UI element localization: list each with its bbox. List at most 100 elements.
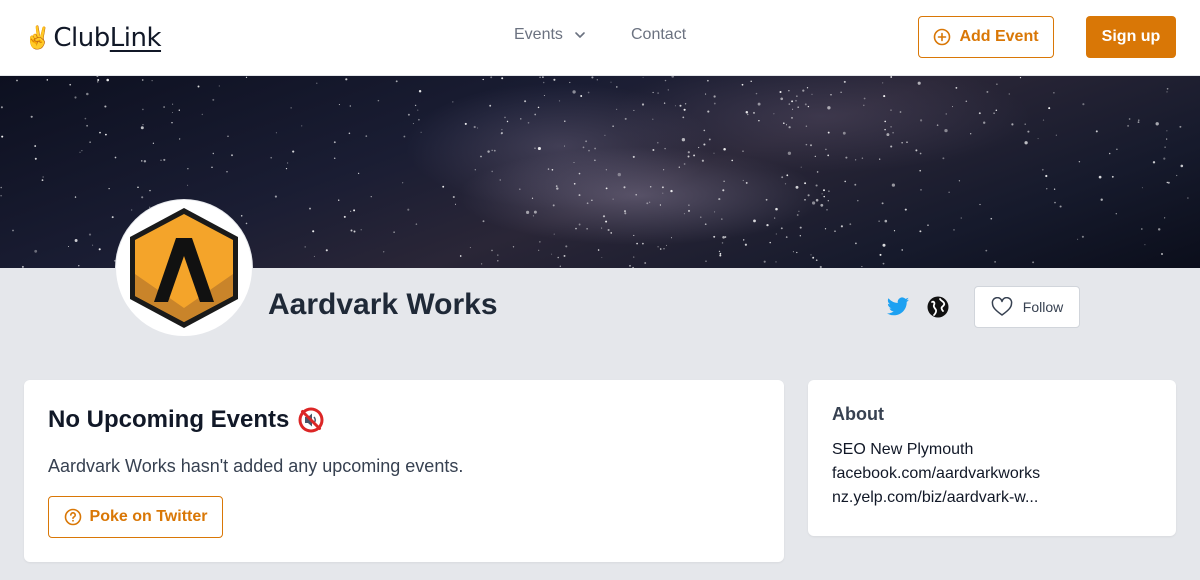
star xyxy=(795,185,799,189)
star xyxy=(452,195,455,199)
star xyxy=(723,180,725,183)
star xyxy=(594,147,596,150)
star xyxy=(881,202,884,205)
star xyxy=(610,81,612,83)
star xyxy=(469,247,471,249)
star xyxy=(490,76,493,79)
about-link-facebook[interactable]: facebook.com/aardvarkworks xyxy=(832,462,1040,486)
star xyxy=(955,86,958,89)
star xyxy=(799,235,801,237)
star xyxy=(491,149,493,151)
star xyxy=(697,146,700,149)
star xyxy=(1166,130,1168,132)
star xyxy=(360,229,362,231)
star xyxy=(506,120,509,123)
about-card: About SEO New Plymouth facebook.com/aard… xyxy=(808,380,1176,536)
star xyxy=(632,266,635,268)
star xyxy=(700,216,702,218)
star xyxy=(919,169,922,172)
star xyxy=(493,149,496,152)
star xyxy=(97,81,99,83)
star xyxy=(996,83,998,85)
star xyxy=(753,219,756,223)
star xyxy=(722,235,725,239)
star xyxy=(573,182,576,185)
star xyxy=(882,243,886,247)
star xyxy=(551,169,554,171)
star xyxy=(552,204,555,207)
star xyxy=(687,151,690,154)
star xyxy=(824,228,827,230)
star xyxy=(742,150,744,152)
star xyxy=(563,145,566,147)
star xyxy=(970,133,972,135)
star xyxy=(642,76,644,78)
star xyxy=(978,112,981,115)
star xyxy=(682,116,685,119)
star xyxy=(823,195,825,198)
star xyxy=(948,191,950,193)
star xyxy=(799,226,802,229)
follow-button[interactable]: Follow xyxy=(974,286,1080,328)
star xyxy=(586,202,589,205)
star xyxy=(890,76,893,78)
clublink-logo[interactable]: ✌️ ClubLink xyxy=(24,20,162,56)
star xyxy=(417,109,419,111)
star xyxy=(814,155,816,158)
star xyxy=(786,174,789,177)
star xyxy=(524,100,527,103)
star xyxy=(140,126,144,130)
signup-button[interactable]: Sign up xyxy=(1086,16,1176,58)
about-link-seo[interactable]: SEO New Plymouth xyxy=(832,438,1040,462)
star xyxy=(383,251,385,253)
star xyxy=(819,265,822,268)
star xyxy=(636,242,638,245)
star xyxy=(662,192,664,194)
star xyxy=(827,154,830,157)
star xyxy=(780,227,783,230)
star xyxy=(693,154,696,157)
star xyxy=(649,185,652,188)
star xyxy=(1155,122,1159,126)
star xyxy=(79,151,81,153)
star xyxy=(633,109,635,111)
star xyxy=(41,179,44,181)
star xyxy=(892,131,894,134)
star xyxy=(646,202,649,205)
star xyxy=(137,186,139,188)
star xyxy=(830,94,832,96)
star xyxy=(96,76,99,78)
star xyxy=(353,230,356,233)
star xyxy=(377,99,380,102)
star xyxy=(915,149,918,152)
about-link-yelp[interactable]: nz.yelp.com/biz/aardvark-w... xyxy=(832,486,1040,510)
star xyxy=(309,207,311,210)
star xyxy=(812,256,815,259)
contact-link[interactable]: Contact xyxy=(631,26,686,44)
star xyxy=(944,128,948,133)
star xyxy=(1077,238,1079,240)
poke-on-twitter-button[interactable]: Poke on Twitter xyxy=(48,496,223,538)
star xyxy=(141,160,143,162)
star xyxy=(683,163,686,165)
star xyxy=(705,260,707,262)
star xyxy=(855,242,857,245)
globe-icon[interactable] xyxy=(926,295,950,319)
star xyxy=(1166,87,1169,90)
star xyxy=(1095,130,1098,133)
events-menu[interactable]: Events xyxy=(514,26,587,44)
star xyxy=(719,252,722,255)
star xyxy=(893,230,896,232)
star xyxy=(30,115,33,118)
star xyxy=(812,201,816,205)
add-event-button[interactable]: Add Event xyxy=(918,16,1054,58)
star xyxy=(343,215,346,218)
star xyxy=(74,239,78,242)
star xyxy=(743,239,745,241)
star xyxy=(684,103,687,105)
star xyxy=(820,203,824,207)
star xyxy=(795,99,797,102)
twitter-icon[interactable] xyxy=(886,295,910,319)
star xyxy=(775,233,777,235)
star xyxy=(854,183,857,186)
